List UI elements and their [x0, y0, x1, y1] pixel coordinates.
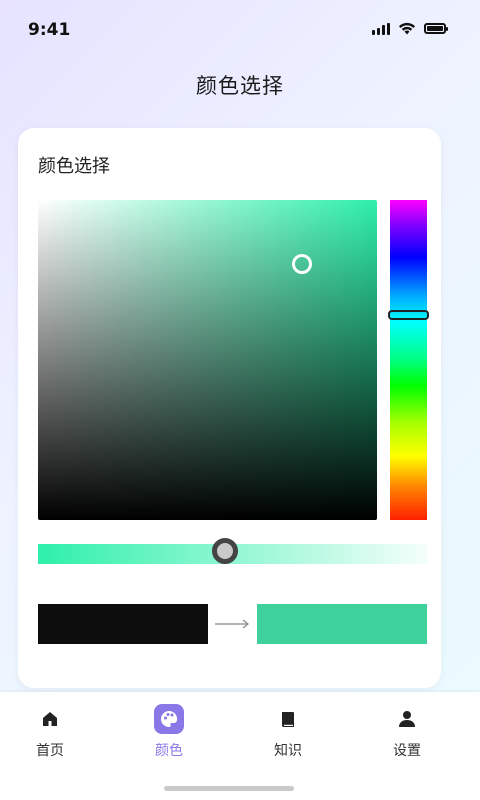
arrow-right-icon	[215, 619, 249, 629]
status-time: 9:41	[28, 20, 71, 40]
status-bar: 9:41	[0, 0, 480, 60]
palette-icon	[154, 704, 184, 734]
previous-color-swatch	[38, 604, 208, 644]
signal-icon	[372, 22, 390, 35]
current-color-swatch	[257, 604, 427, 644]
alpha-slider[interactable]	[38, 538, 427, 564]
hue-handle[interactable]	[388, 310, 429, 321]
color-picker-card: 颜色选择	[18, 128, 441, 688]
nav-label-home: 首页	[36, 743, 64, 759]
page-title: 颜色选择	[196, 74, 284, 98]
nav-item-color[interactable]: 颜色	[129, 704, 209, 760]
bottom-nav: 首页 颜色 知识 设置	[0, 692, 480, 800]
user-icon	[392, 704, 422, 734]
nav-item-settings[interactable]: 设置	[367, 704, 447, 760]
book-icon	[273, 704, 303, 734]
nav-label-knowledge: 知识	[274, 743, 302, 759]
home-indicator	[164, 786, 294, 791]
nav-label-color: 颜色	[155, 743, 183, 759]
nav-item-knowledge[interactable]: 知识	[248, 704, 328, 760]
home-icon	[35, 704, 65, 734]
card-title: 颜色选择	[38, 156, 110, 177]
status-icons	[372, 22, 448, 35]
hue-slider[interactable]	[388, 200, 429, 520]
wifi-icon	[399, 22, 415, 35]
nav-item-home[interactable]: 首页	[10, 704, 90, 760]
nav-label-settings: 设置	[393, 743, 421, 759]
saturation-brightness-area[interactable]	[38, 200, 377, 520]
sv-black-layer	[38, 200, 377, 520]
battery-icon	[424, 23, 448, 34]
alpha-handle[interactable]	[211, 538, 238, 564]
